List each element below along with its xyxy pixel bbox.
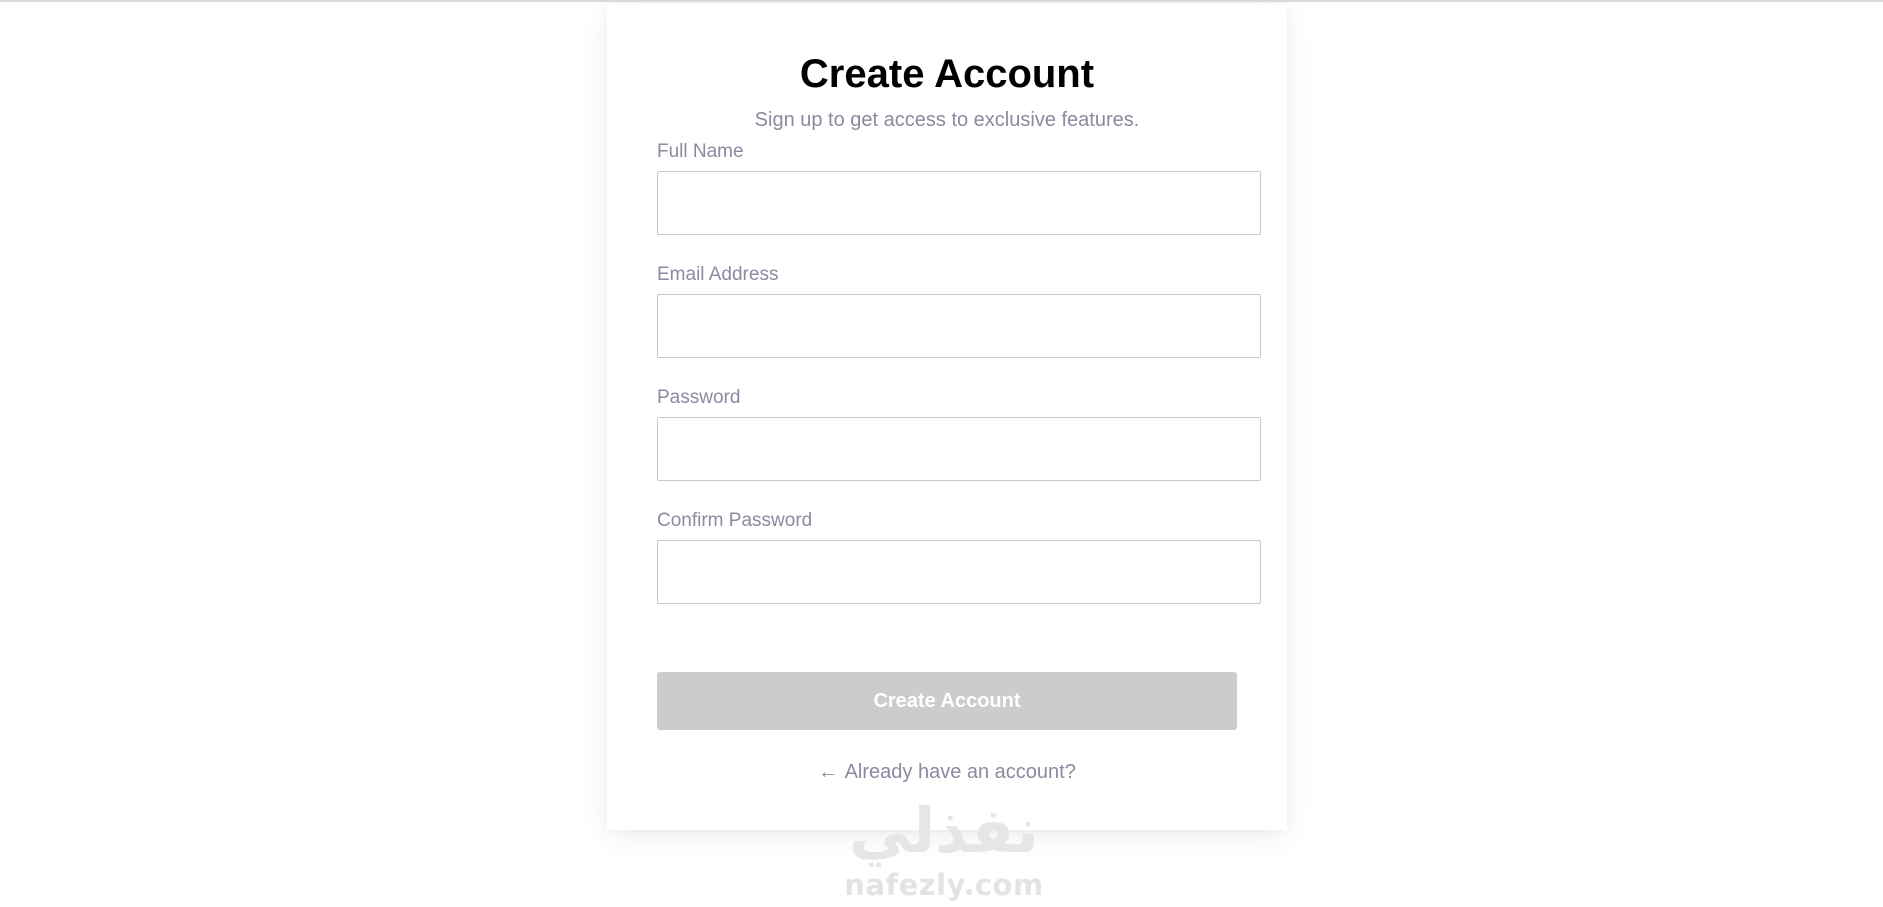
arrow-left-icon: ← <box>818 761 839 783</box>
top-divider <box>0 0 1883 2</box>
signup-card: Create Account Sign up to get access to … <box>607 4 1287 830</box>
create-account-button[interactable]: Create Account <box>657 672 1237 730</box>
email-input[interactable] <box>657 294 1261 358</box>
login-link[interactable]: ← Already have an account? <box>607 758 1287 786</box>
confirm-password-label: Confirm Password <box>657 510 813 531</box>
password-label: Password <box>657 387 741 408</box>
full-name-input[interactable] <box>657 171 1261 235</box>
password-input[interactable] <box>657 417 1261 481</box>
login-link-label: Already have an account? <box>844 761 1076 783</box>
page-title: Create Account <box>799 52 1095 96</box>
confirm-password-input[interactable] <box>657 540 1261 604</box>
email-label: Email Address <box>657 264 779 285</box>
full-name-label: Full Name <box>657 141 744 162</box>
watermark-url: nafezly.com <box>844 868 1044 902</box>
page-subtitle: Sign up to get access to exclusive featu… <box>754 109 1140 131</box>
